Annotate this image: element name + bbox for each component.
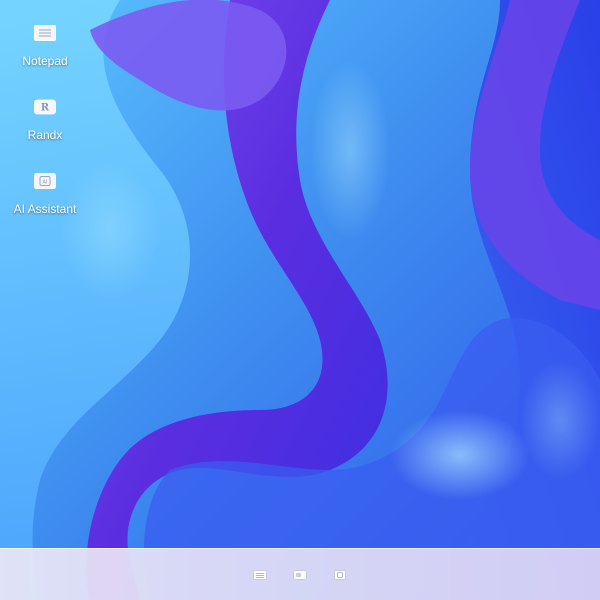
taskbar (0, 548, 600, 600)
svg-text:AI: AI (43, 180, 48, 186)
ai-assistant-icon: AI (34, 173, 56, 189)
desktop: Notepad R Randx AI AI Assistant (0, 0, 600, 600)
randx-icon (293, 569, 307, 580)
desktop-icon-label: AI Assistant (13, 202, 77, 216)
taskbar-item-ai-assistant[interactable] (332, 568, 348, 582)
notepad-icon (253, 569, 267, 580)
randx-icon: R (34, 99, 56, 115)
taskbar-item-randx[interactable] (292, 568, 308, 582)
taskbar-item-notepad[interactable] (252, 568, 268, 582)
desktop-icon-label: Randx (27, 128, 63, 142)
svg-text:R: R (41, 103, 50, 114)
desktop-icon-label: Notepad (22, 54, 68, 68)
notepad-icon (34, 25, 56, 41)
wallpaper (0, 0, 600, 600)
desktop-icon-ai-assistant[interactable]: AI AI Assistant (0, 173, 90, 216)
desktop-icon-notepad[interactable]: Notepad (0, 25, 90, 68)
desktop-icon-randx[interactable]: R Randx (0, 99, 90, 142)
ai-assistant-icon (334, 569, 346, 580)
